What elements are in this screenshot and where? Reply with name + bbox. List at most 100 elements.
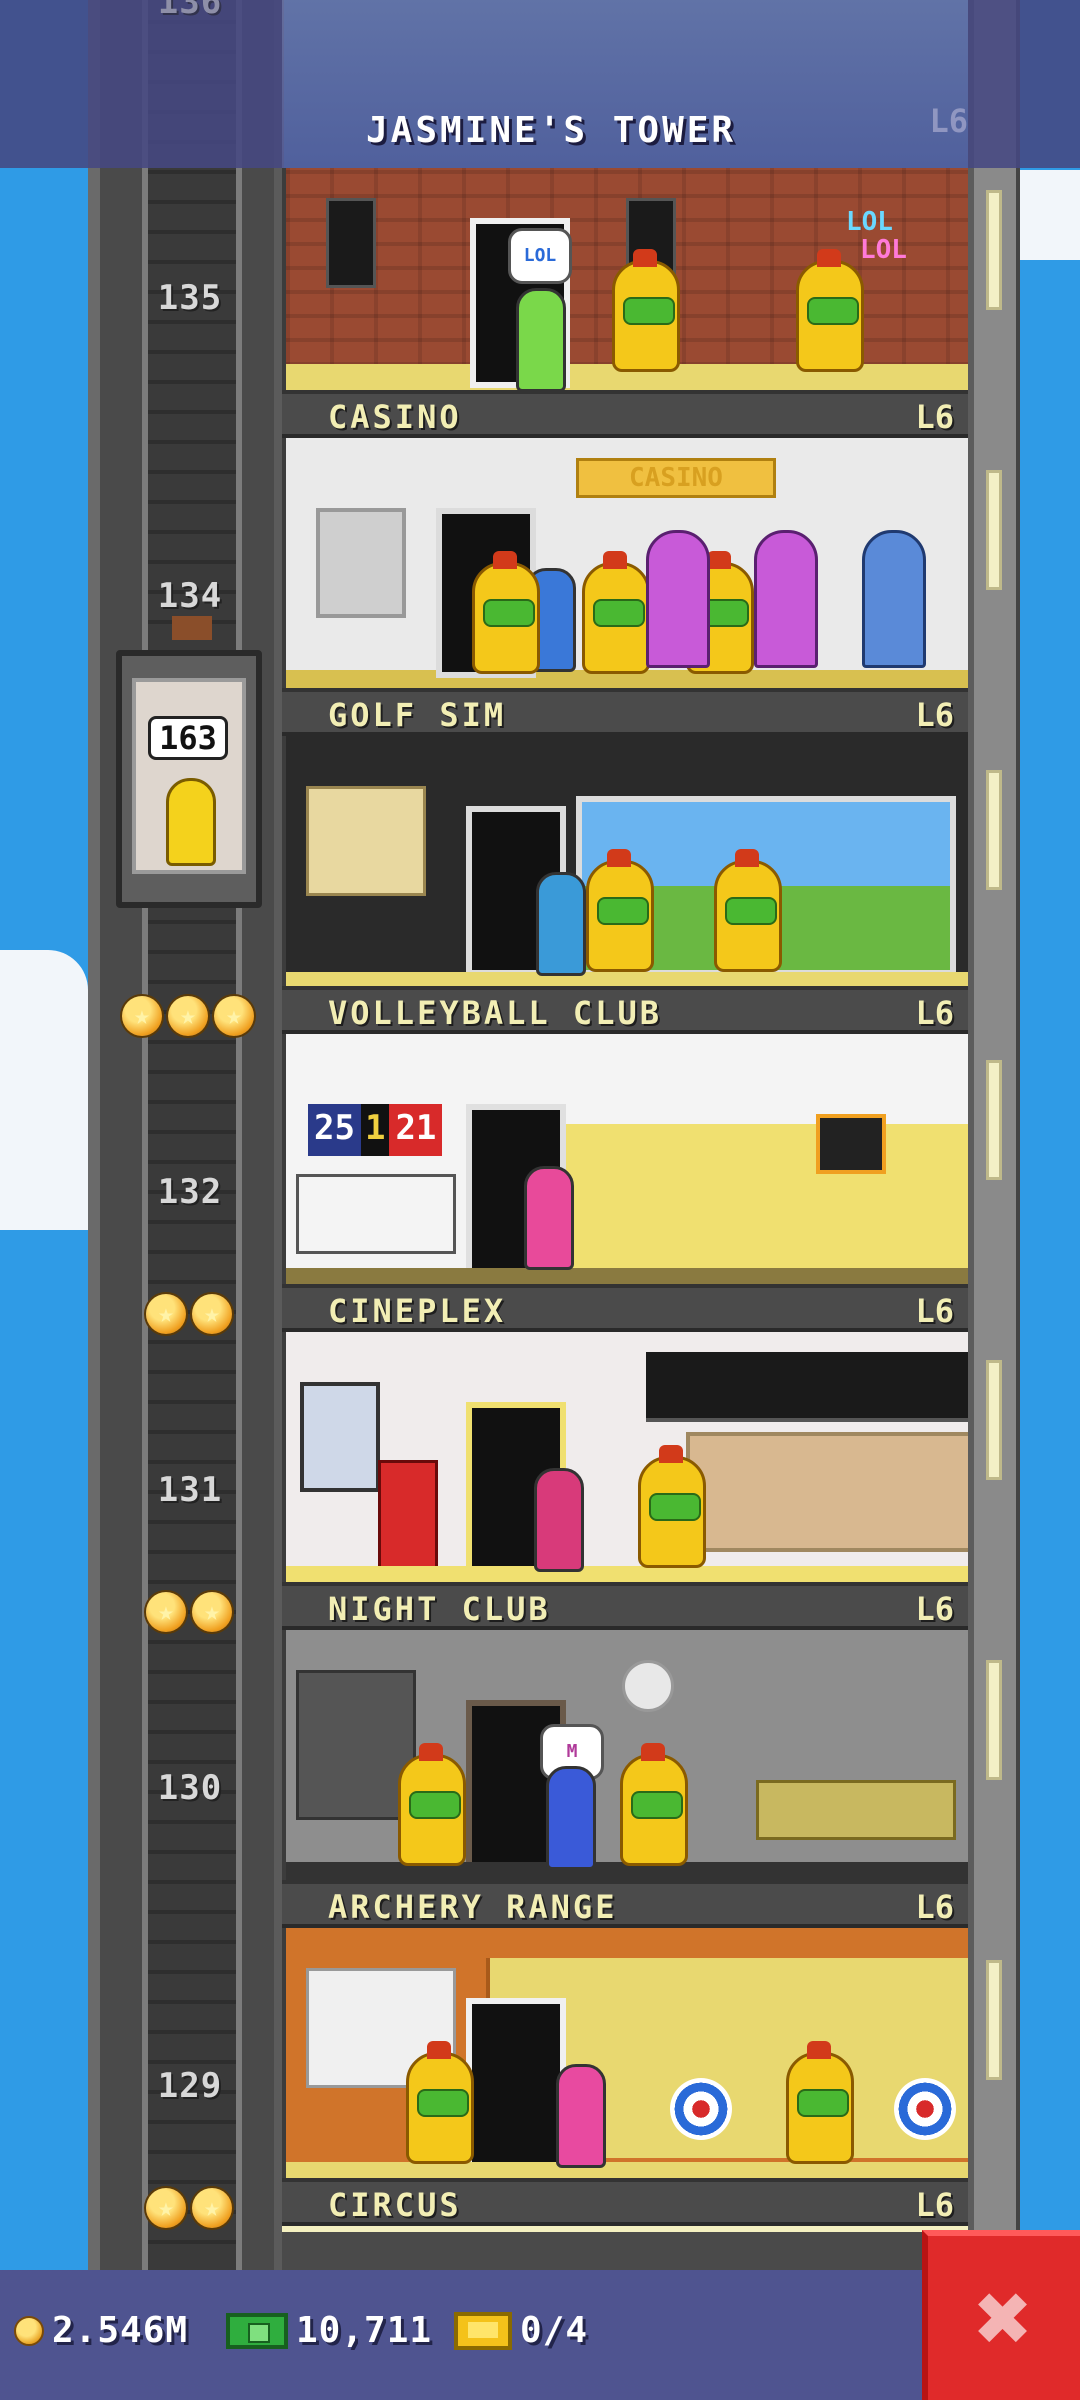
floor-room-134[interactable]: CASINO xyxy=(282,438,968,688)
floor-name: CASINO xyxy=(328,398,462,436)
floor-number-132: 132 xyxy=(157,1172,223,1212)
floor-name: CINEPLEX xyxy=(328,1292,507,1330)
bitizen[interactable] xyxy=(524,1166,574,1270)
stars-volleyball-club: ★ ★ ★ xyxy=(122,996,254,1036)
star-icon: ★ xyxy=(168,996,208,1036)
floor-label-129[interactable]: CIRCUS L6 xyxy=(282,2178,968,2226)
chicken-bitizen[interactable] xyxy=(638,1445,706,1568)
elevator-car[interactable]: 163 xyxy=(116,616,262,908)
bux-value: 10,711 xyxy=(296,2310,433,2351)
chicken-bitizen[interactable] xyxy=(406,2041,474,2164)
tower-header: 136 L6 JASMINE'S TOWER xyxy=(0,0,1080,168)
bux-icon xyxy=(226,2312,288,2349)
cloud-left xyxy=(0,950,88,1230)
floor-number-131: 131 xyxy=(157,1470,223,1510)
elevator-shaft xyxy=(88,0,284,2270)
status-bar: 2.546M 10,711 0/4 xyxy=(0,2270,1080,2400)
chicken-bitizen[interactable] xyxy=(786,2041,854,2164)
speaker xyxy=(326,198,376,288)
floor-number-130: 130 xyxy=(157,1768,223,1808)
floor-room-135[interactable]: LOL LOL LOL xyxy=(282,168,968,390)
floor-level: L6 xyxy=(915,696,954,734)
floor-level: L6 xyxy=(915,1292,954,1330)
floor-number-129: 129 xyxy=(157,2066,223,2106)
tickets-value: 0/4 xyxy=(520,2310,589,2351)
tickets-stat[interactable]: 0/4 xyxy=(454,2310,588,2351)
chicken-bitizen[interactable] xyxy=(620,1743,688,1866)
star-icon: ★ xyxy=(192,1592,232,1632)
chicken-bitizen[interactable] xyxy=(398,1743,466,1866)
casino-sign: CASINO xyxy=(576,458,776,498)
bitizen[interactable] xyxy=(536,872,586,976)
coin-icon xyxy=(14,2315,44,2346)
floor-room-131[interactable] xyxy=(282,1332,968,1582)
floor-level: L6 xyxy=(915,1888,954,1926)
chicken-bitizen[interactable] xyxy=(582,551,650,674)
floor-name: CIRCUS xyxy=(328,2186,462,2224)
window xyxy=(986,1360,1002,1480)
ball-rack xyxy=(296,1174,456,1254)
ticket-icon xyxy=(454,2311,512,2350)
floor-name: ARCHERY RANGE xyxy=(328,1888,618,1926)
stars-circus: ★ ★ xyxy=(146,2188,232,2228)
star-icon: ★ xyxy=(122,996,162,1036)
lol-sign: LOL LOL xyxy=(846,207,907,265)
star-icon: ★ xyxy=(146,2188,186,2228)
elevator-rider xyxy=(166,778,216,866)
floor-number-135: 135 xyxy=(157,278,223,318)
scoreboard: 25 1 21 xyxy=(308,1104,448,1156)
volleyball-net xyxy=(816,1114,886,1174)
cloud-right xyxy=(1020,170,1080,260)
arcade-machine xyxy=(378,1460,438,1570)
window xyxy=(986,190,1002,310)
floor-name: GOLF SIM xyxy=(328,696,507,734)
slot-machine xyxy=(646,530,710,668)
coins-stat[interactable]: 2.546M xyxy=(14,2310,188,2351)
star-icon: ★ xyxy=(192,1294,232,1334)
chicken-bitizen[interactable] xyxy=(612,249,680,372)
floor-level: L6 xyxy=(915,1590,954,1628)
chicken-bitizen[interactable] xyxy=(796,249,864,372)
stars-night-club: ★ ★ xyxy=(146,1592,232,1632)
bitizen[interactable] xyxy=(556,2064,606,2168)
window xyxy=(986,770,1002,890)
bitizen[interactable] xyxy=(516,288,566,390)
floor-label-134[interactable]: GOLF SIM L6 xyxy=(282,688,968,736)
archery-target xyxy=(670,2078,732,2140)
floor-room-130[interactable]: M xyxy=(282,1630,968,1880)
chicken-bitizen[interactable] xyxy=(472,551,540,674)
floor-label-135[interactable]: CASINO L6 xyxy=(282,390,968,438)
chicken-bitizen[interactable] xyxy=(586,849,654,972)
floor-name: VOLLEYBALL CLUB xyxy=(328,994,662,1032)
floor-label-131[interactable]: NIGHT CLUB L6 xyxy=(282,1582,968,1630)
bux-stat[interactable]: 10,711 xyxy=(226,2310,432,2351)
floor-room-133[interactable] xyxy=(282,736,968,986)
floor-room-129[interactable] xyxy=(282,1928,968,2178)
bitizen[interactable] xyxy=(546,1766,596,1870)
floor-label-133[interactable]: VOLLEYBALL CLUB L6 xyxy=(282,986,968,1034)
window xyxy=(986,470,1002,590)
floor-room-132[interactable]: 25 1 21 xyxy=(282,1034,968,1284)
slot-machine xyxy=(754,530,818,668)
next-floor-edge xyxy=(282,2226,968,2270)
club-rack xyxy=(306,786,426,896)
close-button[interactable]: ✖ xyxy=(922,2230,1080,2400)
chicken-bitizen[interactable] xyxy=(714,849,782,972)
thought-bubble: LOL xyxy=(508,228,572,284)
window xyxy=(986,1660,1002,1780)
floor-label-132[interactable]: CINEPLEX L6 xyxy=(282,1284,968,1332)
window xyxy=(986,1960,1002,2080)
bitizen[interactable] xyxy=(534,1468,584,1572)
disco-ball xyxy=(622,1660,674,1712)
floor-level: L6 xyxy=(915,398,954,436)
floor-level: L6 xyxy=(929,102,968,140)
archery-target xyxy=(894,2078,956,2140)
floor-label-130[interactable]: ARCHERY RANGE L6 xyxy=(282,1880,968,1928)
coins-value: 2.546M xyxy=(52,2310,189,2351)
slot-machine xyxy=(862,530,926,668)
stars-cineplex: ★ ★ xyxy=(146,1294,232,1334)
marquee-board xyxy=(646,1352,968,1422)
window xyxy=(986,1060,1002,1180)
star-icon: ★ xyxy=(192,2188,232,2228)
floor-level: L6 xyxy=(915,994,954,1032)
